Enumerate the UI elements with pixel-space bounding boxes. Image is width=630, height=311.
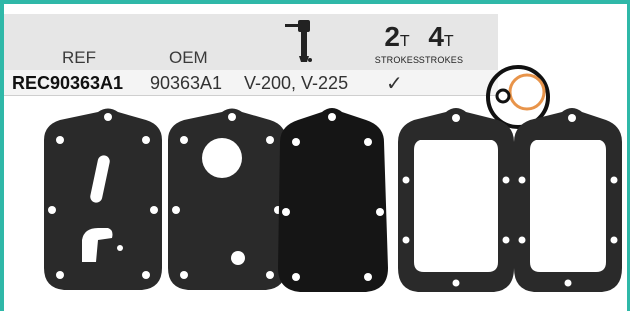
orange-o-ring [508, 73, 546, 111]
gasket-5 [514, 108, 622, 292]
gasket-2 [168, 108, 286, 290]
small-o-ring [495, 88, 511, 104]
gasket-3 [278, 108, 388, 292]
gasket-kit-image [44, 65, 622, 292]
gasket-4 [398, 108, 514, 292]
gasket-1 [44, 108, 162, 290]
